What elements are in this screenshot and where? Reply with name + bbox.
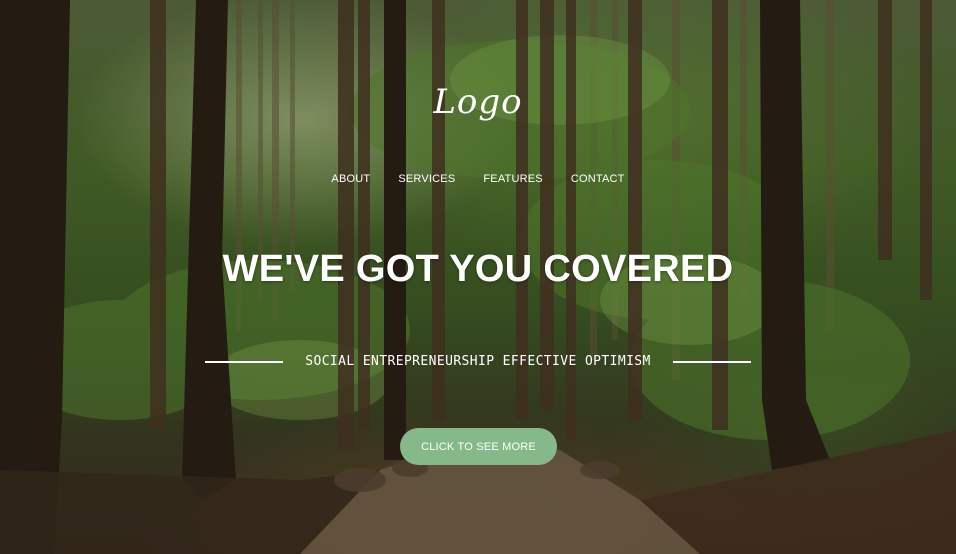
- right-divider: [672, 360, 751, 363]
- hero-headline: WE'VE GOT YOU COVERED: [222, 248, 734, 290]
- nav-item-about[interactable]: ABOUT: [331, 173, 370, 185]
- see-more-button[interactable]: CLICK TO SEE MORE: [400, 428, 557, 465]
- hero-tagline: SOCIAL ENTREPRENEURSHIP EFFECTIVE OPTIMI…: [305, 354, 651, 369]
- nav-item-contact[interactable]: CONTACT: [571, 173, 625, 185]
- nav-item-services[interactable]: SERVICES: [398, 173, 455, 185]
- left-divider: [205, 360, 284, 363]
- logo[interactable]: Logo: [0, 82, 956, 122]
- hero-section: Logo ABOUT SERVICES FEATURES CONTACT WE'…: [0, 0, 956, 554]
- tagline-row: SOCIAL ENTREPRENEURSHIP EFFECTIVE OPTIMI…: [0, 354, 956, 369]
- main-nav: ABOUT SERVICES FEATURES CONTACT: [0, 173, 956, 185]
- nav-item-features[interactable]: FEATURES: [483, 173, 542, 185]
